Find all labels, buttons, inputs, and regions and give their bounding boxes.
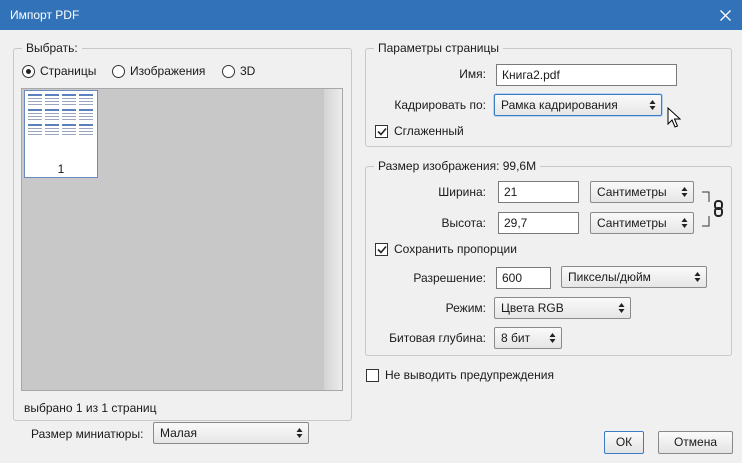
constrain-proportions-label: Сохранить пропорции <box>394 242 517 256</box>
cancel-button[interactable]: Отмена <box>658 431 733 454</box>
image-size-legend: Размер изображения: 99,6M <box>374 159 541 173</box>
bit-depth-select[interactable]: 8 бит <box>494 327 562 349</box>
select-group-legend: Выбрать: <box>22 41 82 55</box>
mode-label: Режим: <box>445 301 486 315</box>
name-label: Имя: <box>459 67 486 81</box>
page-thumbnail[interactable]: 1 <box>24 90 98 178</box>
constrain-proportions-checkbox[interactable]: Сохранить пропорции <box>375 242 517 256</box>
name-field-value: Книга2.pdf <box>502 68 560 82</box>
updown-arrows-icon <box>681 187 688 197</box>
radio-images[interactable]: Изображения <box>112 64 205 78</box>
radio-3d[interactable]: 3D <box>222 64 255 78</box>
preview-scrollbar[interactable] <box>324 89 342 390</box>
resolution-field[interactable]: 600 <box>496 267 551 289</box>
radio-3d-label: 3D <box>240 64 256 78</box>
suppress-warnings-checkbox[interactable]: Не выводить предупреждения <box>366 368 554 382</box>
antialias-label: Сглаженный <box>394 124 464 138</box>
radio-3d-indicator <box>222 64 235 78</box>
thumb-size-label: Размер миниатюры: <box>31 427 144 441</box>
resolution-unit-value: Пикселы/дюйм <box>568 270 651 284</box>
radio-images-label: Изображения <box>130 64 206 78</box>
updown-arrows-icon <box>694 272 701 282</box>
width-unit-select[interactable]: Сантиметры <box>590 181 694 203</box>
resolution-value: 600 <box>502 271 523 285</box>
width-label: Ширина: <box>438 185 486 199</box>
cancel-button-label: Отмена <box>673 435 718 449</box>
title-bar: Импорт PDF <box>0 0 742 30</box>
constrain-check-box <box>375 242 388 256</box>
crop-label: Кадрировать по: <box>394 98 486 112</box>
mode-value: Цвета RGB <box>501 301 564 315</box>
radio-pages[interactable]: Страницы <box>22 64 96 78</box>
updown-arrows-icon <box>681 218 688 228</box>
radio-pages-label: Страницы <box>40 64 97 78</box>
width-unit-value: Сантиметры <box>597 185 667 199</box>
height-value: 29,7 <box>504 216 528 230</box>
ok-button[interactable]: ОК <box>604 431 644 454</box>
thumbnail-preview-area[interactable]: 1 <box>21 88 343 391</box>
close-icon <box>719 9 731 21</box>
selection-status: выбрано 1 из 1 страниц <box>24 401 157 415</box>
suppress-warnings-label: Не выводить предупреждения <box>385 368 554 382</box>
resolution-label: Разрешение: <box>413 271 486 285</box>
ok-button-label: ОК <box>615 435 633 449</box>
bit-depth-label: Битовая глубина: <box>389 331 486 345</box>
crop-value: Рамка кадрирования <box>501 98 618 112</box>
checkmark-icon <box>376 127 387 136</box>
mode-select[interactable]: Цвета RGB <box>494 297 631 319</box>
thumb-size-value: Малая <box>160 426 197 440</box>
window-title: Импорт PDF <box>10 8 80 22</box>
page-thumbnail-image <box>28 94 93 135</box>
page-thumbnail-number: 1 <box>57 162 65 176</box>
link-chain-icon[interactable] <box>701 188 725 230</box>
updown-arrows-icon <box>618 303 625 313</box>
bit-depth-value: 8 бит <box>501 331 531 345</box>
crop-select[interactable]: Рамка кадрирования <box>494 94 662 116</box>
height-unit-value: Сантиметры <box>597 216 667 230</box>
width-value: 21 <box>504 185 518 199</box>
thumb-size-select[interactable]: Малая <box>153 422 309 444</box>
suppress-warnings-check-box <box>366 368 379 382</box>
antialias-checkbox[interactable]: Сглаженный <box>375 124 464 138</box>
name-field[interactable]: Книга2.pdf <box>496 64 677 86</box>
close-button[interactable] <box>708 0 742 30</box>
width-field[interactable]: 21 <box>498 181 579 203</box>
mouse-cursor-icon <box>667 107 681 128</box>
page-params-legend: Параметры страницы <box>374 41 503 55</box>
height-unit-select[interactable]: Сантиметры <box>590 212 694 234</box>
radio-images-indicator <box>112 64 125 78</box>
height-field[interactable]: 29,7 <box>498 212 579 234</box>
resolution-unit-select[interactable]: Пикселы/дюйм <box>561 266 707 288</box>
antialias-check-box <box>375 124 388 138</box>
updown-arrows-icon <box>296 428 303 438</box>
height-label: Высота: <box>441 216 486 230</box>
updown-arrows-icon <box>549 333 556 343</box>
checkmark-icon <box>376 245 387 254</box>
radio-pages-indicator <box>22 64 35 78</box>
updown-arrows-icon <box>649 100 656 110</box>
